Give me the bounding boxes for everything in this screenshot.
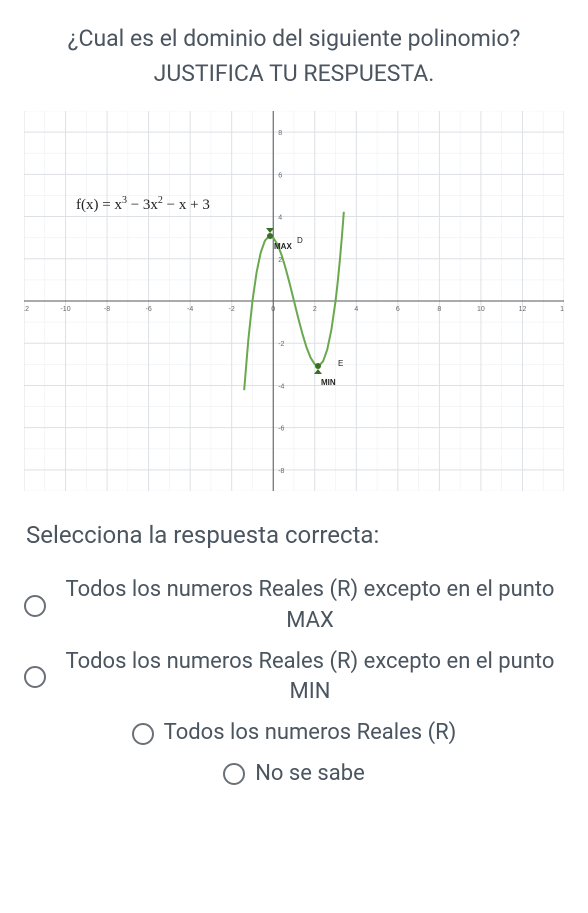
svg-text:-4: -4: [187, 306, 193, 313]
radio-icon: [132, 723, 154, 745]
svg-text:8: 8: [278, 130, 282, 137]
chart-svg: -12-10-8-6-4-202468101214-8-6-4-22468: [24, 111, 564, 491]
svg-text:4: 4: [354, 306, 358, 313]
option-2-label: Todos los numeros Reales (R) excepto en …: [56, 647, 564, 709]
question-title: ¿Cual es el dominio del siguiente polino…: [24, 22, 564, 91]
instruction-text: Selecciona la respuesta correcta:: [26, 521, 562, 549]
polynomial-chart: -12-10-8-6-4-202468101214-8-6-4-22468 f(…: [24, 111, 564, 491]
option-2[interactable]: Todos los numeros Reales (R) excepto en …: [24, 647, 564, 709]
d-label: D: [297, 236, 303, 245]
svg-text:-8: -8: [278, 468, 284, 475]
option-4[interactable]: No se sabe: [24, 759, 564, 790]
svg-text:12: 12: [519, 306, 527, 313]
svg-text:0: 0: [271, 306, 275, 313]
max-label: MAX: [274, 242, 292, 251]
radio-icon: [223, 763, 245, 785]
svg-text:-4: -4: [278, 383, 284, 390]
question-card: ¿Cual es el dominio del siguiente polino…: [0, 0, 588, 913]
radio-icon: [24, 595, 46, 617]
svg-text:-6: -6: [145, 306, 151, 313]
option-1[interactable]: Todos los numeros Reales (R) excepto en …: [24, 575, 564, 637]
radio-icon: [24, 666, 46, 688]
option-1-label: Todos los numeros Reales (R) excepto en …: [56, 575, 564, 637]
e-label: E: [338, 359, 343, 368]
question-line-1: ¿Cual es el dominio del siguiente polino…: [24, 22, 564, 57]
question-line-2: JUSTIFICA TU RESPUESTA.: [24, 57, 564, 92]
svg-text:10: 10: [477, 306, 485, 313]
svg-text:4: 4: [278, 215, 282, 222]
svg-text:2: 2: [313, 306, 317, 313]
svg-text:14: 14: [560, 306, 564, 313]
formula-label: f(x) = x3 − 3x2 − x + 3: [76, 195, 210, 214]
options-group: Todos los numeros Reales (R) excepto en …: [24, 575, 564, 790]
option-3[interactable]: Todos los numeros Reales (R): [24, 718, 564, 749]
svg-text:-6: -6: [278, 426, 284, 433]
option-4-label: No se sabe: [255, 759, 365, 790]
svg-text:-12: -12: [24, 306, 29, 313]
option-3-label: Todos los numeros Reales (R): [164, 718, 457, 749]
svg-text:-2: -2: [278, 341, 284, 348]
svg-text:6: 6: [278, 172, 282, 179]
svg-text:-10: -10: [60, 306, 70, 313]
svg-text:8: 8: [437, 306, 441, 313]
svg-text:-2: -2: [229, 306, 235, 313]
svg-text:6: 6: [396, 306, 400, 313]
svg-text:-8: -8: [104, 306, 110, 313]
min-label: MIN: [321, 378, 336, 387]
